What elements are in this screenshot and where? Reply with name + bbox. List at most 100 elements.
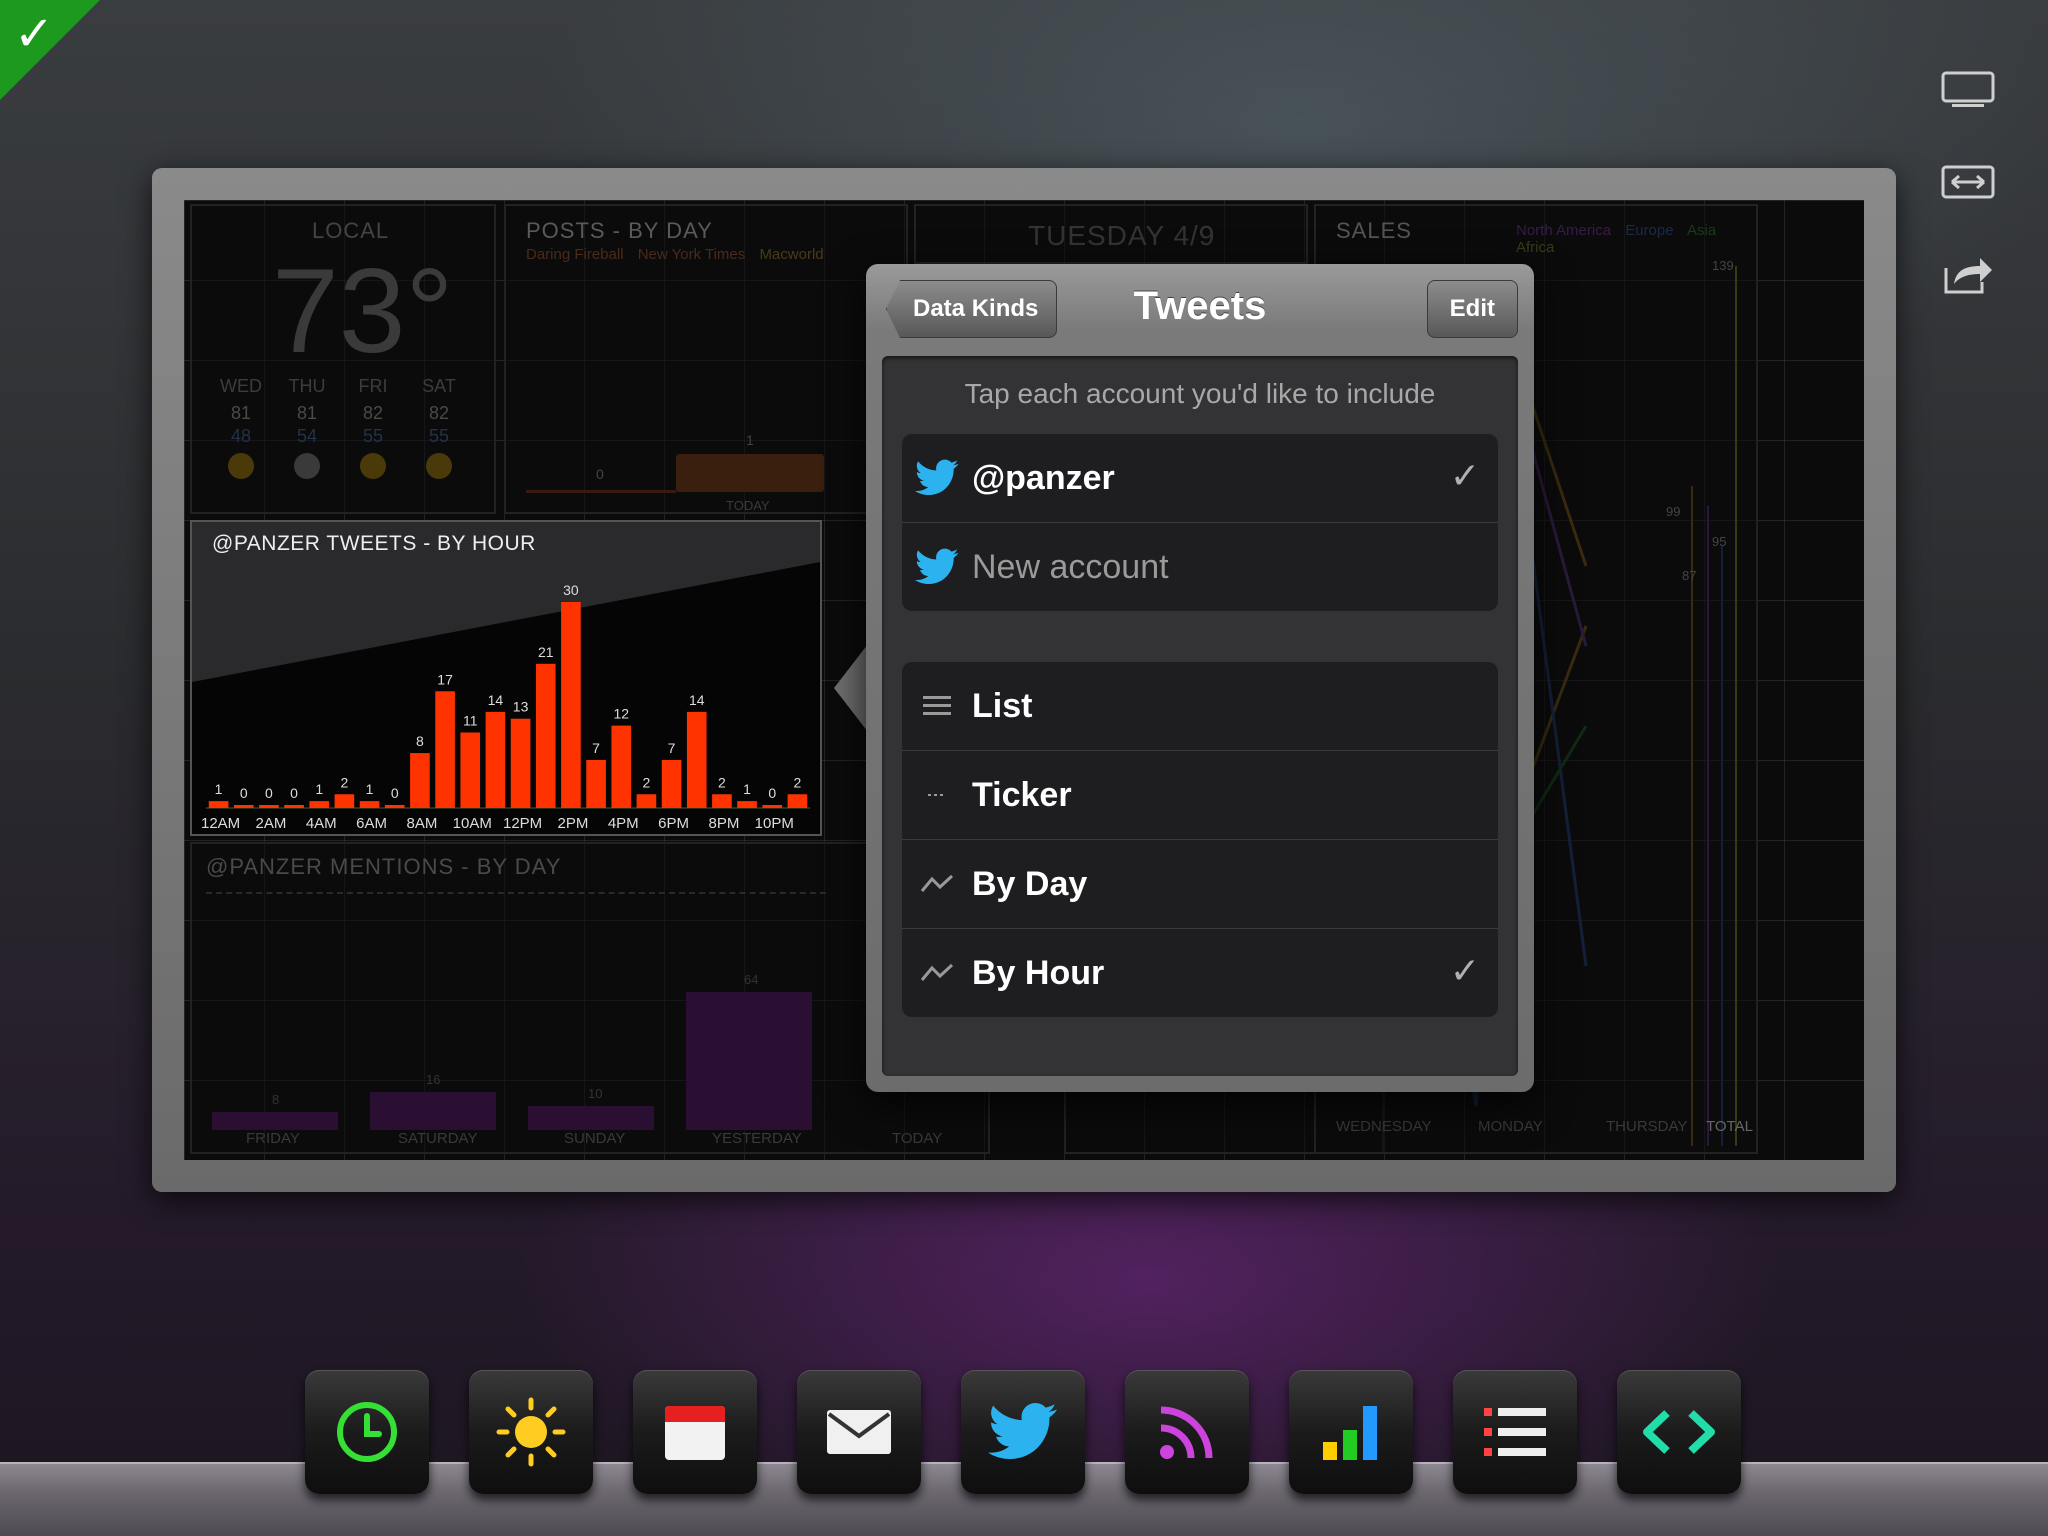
sales-value-95: 95 <box>1712 534 1727 549</box>
chart-bar <box>611 725 632 808</box>
chart-data-label: 1 <box>215 781 223 797</box>
chart-data-label: 7 <box>592 740 600 756</box>
account-label: @panzer <box>972 458 1115 497</box>
chart-data-label: 0 <box>391 785 399 801</box>
posts-line <box>526 490 676 493</box>
chart-data-label: 11 <box>463 712 478 728</box>
account-hint: Tap each account you'd like to include <box>964 378 1436 409</box>
chart-bar <box>535 663 556 808</box>
chart-bar <box>384 805 405 808</box>
forecast-high: 82 <box>428 403 450 423</box>
posts-title: POSTS - BY DAY <box>526 218 713 243</box>
sun-icon <box>496 1397 566 1467</box>
posts-zero-label: 0 <box>596 466 604 482</box>
chart-bar <box>259 805 279 808</box>
mentions-divider <box>206 892 826 894</box>
account-row-panzer[interactable]: @panzer ✓ <box>902 434 1498 523</box>
chart-bar <box>686 711 707 808</box>
forecast-low: 54 <box>296 426 318 446</box>
posts-panel[interactable]: POSTS - BY DAY Daring Fireball New York … <box>504 204 908 514</box>
chart-bar <box>737 801 757 808</box>
sales-value-139: 139 <box>1712 258 1734 273</box>
chart-data-label: 14 <box>689 692 705 708</box>
chart-data-label: 0 <box>265 785 273 801</box>
mentions-val-64: 64 <box>744 972 759 987</box>
account-row-new[interactable]: New account <box>902 523 1498 611</box>
forecast-day-name: WED <box>220 376 262 396</box>
chart-tick-label: 4AM <box>306 815 337 832</box>
sales-value-87: 87 <box>1682 568 1697 583</box>
chart-tick-label: 10PM <box>755 815 794 832</box>
ticker-icon <box>902 790 972 800</box>
partly-cloudy-icon <box>294 453 320 479</box>
legend-macworld: Macworld <box>759 246 824 263</box>
chart-bar <box>334 794 355 808</box>
kind-row-by-day[interactable]: By Day <box>902 840 1498 929</box>
chart-bar <box>233 805 254 808</box>
forecast-day: THU 81 54 <box>282 376 332 479</box>
chart-tick-label: 8PM <box>708 815 739 832</box>
mentions-title: @PANZER MENTIONS - BY DAY <box>206 854 562 879</box>
tweets-popover: Data Kinds Tweets Edit Tap each account … <box>866 264 1534 1092</box>
edit-button[interactable]: Edit <box>1426 280 1518 338</box>
forecast-low: 55 <box>362 426 384 446</box>
chart-bar <box>510 718 531 808</box>
twitter-icon <box>988 1403 1057 1459</box>
mentions-x-yesterday: YESTERDAY <box>712 1130 802 1147</box>
checkmark-icon: ✓ <box>14 6 55 62</box>
chart-tick-label: 6PM <box>658 815 689 832</box>
popover-arrow <box>834 644 868 732</box>
chart-data-label: 2 <box>643 774 651 790</box>
chart-tick-label: 12PM <box>503 815 542 832</box>
chart-bar <box>712 794 732 808</box>
dock-weather-button[interactable] <box>469 1370 593 1494</box>
chart-tick-label: 2PM <box>557 815 588 832</box>
chart-data-label: 21 <box>538 644 554 660</box>
weather-panel[interactable]: LOCAL 73° WED 81 48 THU 81 54 FRI 82 55 SAT 82 55 <box>190 204 496 514</box>
mail-icon <box>827 1410 891 1454</box>
chart-tick-label: 12AM <box>201 815 240 832</box>
chart-data-label: 30 <box>563 582 579 598</box>
mentions-x-today: TODAY <box>892 1130 943 1147</box>
chart-tick-label: 8AM <box>406 815 437 832</box>
dock-chart-button[interactable] <box>1289 1370 1413 1494</box>
resize-icon[interactable] <box>1938 152 1998 212</box>
dock-mail-button[interactable] <box>797 1370 921 1494</box>
mentions-bar-yesterday <box>686 992 812 1130</box>
share-icon[interactable] <box>1938 244 1998 304</box>
forecast-low: 48 <box>230 426 252 446</box>
dock-clock-button[interactable] <box>305 1370 429 1494</box>
dock-list-button[interactable] <box>1453 1370 1577 1494</box>
sales-x-total: TOTAL <box>1706 1118 1753 1135</box>
chart-bar <box>661 759 682 808</box>
chart-bar <box>636 794 657 808</box>
forecast-day-name: SAT <box>422 376 456 396</box>
dock-rss-button[interactable] <box>1125 1370 1249 1494</box>
forecast-day: FRI 82 55 <box>348 376 398 479</box>
kind-label-by-day: By Day <box>972 864 1088 903</box>
data-kinds-group: List Ticker By Day By Hour ✓ <box>902 662 1498 1017</box>
tweets-by-hour-panel[interactable]: @PANZER TWEETS - BY HOUR 1 0 0 0 1 2 1 0 8 17 11 14… <box>190 520 822 836</box>
forecast-day: SAT 82 55 <box>414 376 464 479</box>
posts-today-label: TODAY <box>726 498 770 513</box>
date-panel[interactable]: TUESDAY 4/9 <box>914 204 1308 264</box>
code-icon <box>1643 1410 1715 1454</box>
twitter-bird-icon <box>902 459 972 497</box>
chart-data-label: 2 <box>794 774 802 790</box>
dock-calendar-button[interactable] <box>633 1370 757 1494</box>
chart-bar <box>485 711 506 808</box>
chart-data-label: 0 <box>768 785 776 801</box>
kind-row-ticker[interactable]: Ticker <box>902 751 1498 840</box>
kind-row-list[interactable]: List <box>902 662 1498 751</box>
line-chart-icon <box>902 962 972 984</box>
sales-value-99: 99 <box>1666 504 1681 519</box>
kind-label-by-hour: By Hour <box>972 953 1105 992</box>
dock-twitter-button[interactable] <box>961 1370 1085 1494</box>
chart-bar <box>410 753 430 808</box>
dock-code-button[interactable] <box>1617 1370 1741 1494</box>
chart-bar <box>762 805 783 808</box>
display-icon[interactable] <box>1938 60 1998 120</box>
forecast-low: 55 <box>428 426 450 446</box>
chart-data-label: 17 <box>437 671 453 687</box>
kind-row-by-hour[interactable]: By Hour ✓ <box>902 929 1498 1017</box>
